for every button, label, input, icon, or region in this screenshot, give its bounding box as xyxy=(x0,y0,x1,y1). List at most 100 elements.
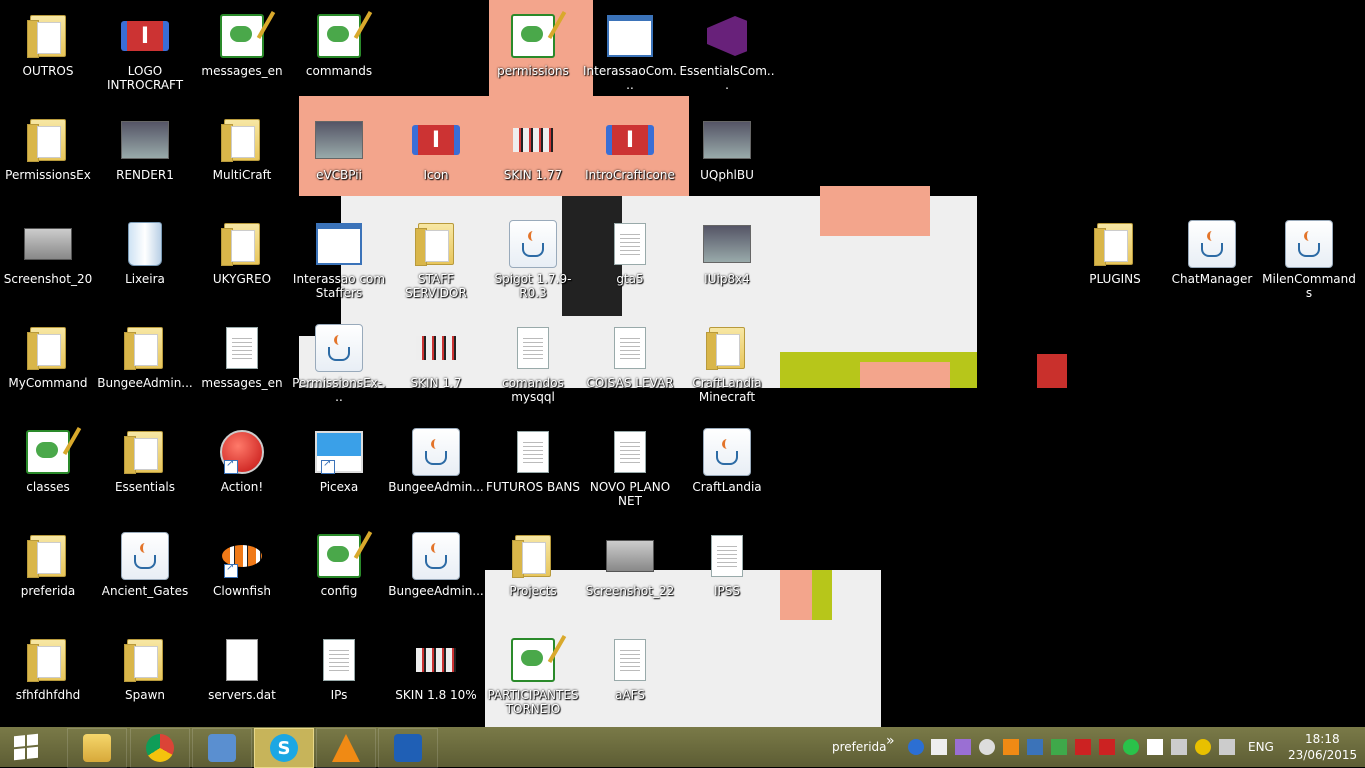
desktop-icon[interactable]: SKIN 1.8 10% xyxy=(388,628,484,728)
desktop-icon[interactable]: Projects xyxy=(485,524,581,624)
windows-icon[interactable] xyxy=(931,739,947,755)
network-icon[interactable] xyxy=(1171,739,1187,755)
desktop-icon[interactable]: CraftLandia Minecraft xyxy=(679,316,775,416)
desktop-icon[interactable]: OUTROS xyxy=(0,4,96,104)
acrobat-icon[interactable] xyxy=(1075,739,1091,755)
taskbar-mail[interactable] xyxy=(378,728,438,768)
notepad-icon xyxy=(509,636,557,684)
clock-time[interactable]: 18:18 xyxy=(1305,732,1340,746)
desktop-icon[interactable]: comandos mysqql xyxy=(485,316,581,416)
desktop-icon[interactable]: NOVO PLANO NET xyxy=(582,420,678,520)
desktop-icon-label: commands xyxy=(305,64,373,78)
desktop-icon[interactable]: InterassaoCom... xyxy=(582,4,678,104)
desktop-icon[interactable]: SKIN 1.7 xyxy=(388,316,484,416)
desktop-icon-label: SKIN 1.77 xyxy=(503,168,563,182)
desktop-icon[interactable]: Screenshot_22 xyxy=(582,524,678,624)
notification-icon[interactable] xyxy=(1195,739,1211,755)
desktop-icon[interactable]: RENDER1 xyxy=(97,108,193,208)
desktop-icon[interactable]: I Icon xyxy=(388,108,484,208)
desktop-icon-label: Ancient_Gates xyxy=(101,584,189,598)
desktop-icon[interactable]: PLUGINS xyxy=(1067,212,1163,312)
desktop-icon[interactable]: PermissionsEx xyxy=(0,108,96,208)
desktop-icon[interactable]: permissions xyxy=(485,4,581,104)
desktop-icon[interactable]: Clownfish xyxy=(194,524,290,624)
desktop-icon[interactable]: Picexa xyxy=(291,420,387,520)
desktop-icon[interactable]: Lixeira xyxy=(97,212,193,312)
desktop-icon[interactable]: SKIN 1.77 xyxy=(485,108,581,208)
folder-icon xyxy=(1091,220,1139,268)
desktop-icon[interactable]: Screenshot_20 xyxy=(0,212,96,312)
desktop-icon[interactable]: IPs xyxy=(291,628,387,728)
skin-icon xyxy=(509,116,557,164)
desktop-icon[interactable]: EssentialsCom... xyxy=(679,4,775,104)
doc-icon xyxy=(606,324,654,372)
desktop-icon[interactable]: messages_en xyxy=(194,316,290,416)
desktop-icon[interactable]: CraftLandia xyxy=(679,420,775,520)
desktop-icon-label: FUTUROS BANS xyxy=(485,480,581,494)
desktop-icon[interactable]: BungeeAdmin... xyxy=(388,524,484,624)
desktop-icon[interactable]: messages_en xyxy=(194,4,290,104)
desktop-icon[interactable]: PARTICIPANTES TORNEIO xyxy=(485,628,581,728)
desktop-icon-label: classes xyxy=(26,480,70,494)
taskbar-chrome[interactable] xyxy=(130,728,190,768)
desktop-icon-label: MultiCraft xyxy=(212,168,272,182)
shield-icon[interactable] xyxy=(1051,739,1067,755)
desktop-icon[interactable]: I LOGO INTROCRAFT xyxy=(97,4,193,104)
desktop-icon[interactable]: IPSS xyxy=(679,524,775,624)
start-button[interactable] xyxy=(0,727,52,767)
taskbar-file-explorer[interactable] xyxy=(67,728,127,768)
cloud-icon[interactable] xyxy=(979,739,995,755)
desktop-icon[interactable]: Spigot 1.7.9-R0.3 xyxy=(485,212,581,312)
taskbar-skype[interactable]: S xyxy=(254,728,314,768)
desktop-icon[interactable]: UQphlBU xyxy=(679,108,775,208)
desktop-icon[interactable]: COISAS LEVAR xyxy=(582,316,678,416)
folder-icon xyxy=(24,636,72,684)
desktop-icon[interactable]: MyCommand xyxy=(0,316,96,416)
desktop-icon[interactable]: I IntroCraftIcone xyxy=(582,108,678,208)
flag-icon[interactable] xyxy=(1147,739,1163,755)
desktop-icon[interactable]: classes xyxy=(0,420,96,520)
desktop-icon[interactable]: FUTUROS BANS xyxy=(485,420,581,520)
desktop-icon[interactable]: BungeeAdmin... xyxy=(97,316,193,416)
desktop-icon[interactable]: STAFF SERVIDOR xyxy=(388,212,484,312)
desktop-icon-label: RENDER1 xyxy=(116,168,174,182)
clock-date[interactable]: 23/06/2015 xyxy=(1288,748,1357,762)
pen-icon[interactable] xyxy=(955,739,971,755)
desktop-icon[interactable]: commands xyxy=(291,4,387,104)
taskbar-vlc[interactable] xyxy=(316,728,376,768)
chevron-icon[interactable]: » xyxy=(886,733,895,749)
speaker-mute-icon[interactable] xyxy=(1099,739,1115,755)
desktop-icon[interactable]: UKYGREO xyxy=(194,212,290,312)
desktop-icon-label: BungeeAdmin... xyxy=(388,480,484,494)
vlc-tray-icon[interactable] xyxy=(1003,739,1019,755)
window-icon xyxy=(606,12,654,60)
desktop-icon[interactable]: Spawn xyxy=(97,628,193,728)
desktop-icon[interactable]: MultiCraft xyxy=(194,108,290,208)
desktop-icon[interactable]: gta5 xyxy=(582,212,678,312)
desktop-icon[interactable]: Interassao com Staffers xyxy=(291,212,387,312)
desktop-icon[interactable]: Essentials xyxy=(97,420,193,520)
desktop-icon-label: STAFF SERVIDOR xyxy=(405,272,467,300)
skin-icon xyxy=(412,636,460,684)
desktop-icon[interactable]: eVCBPii xyxy=(291,108,387,208)
taskbar-control-panel[interactable] xyxy=(192,728,252,768)
desktop-icon[interactable]: aAFS xyxy=(582,628,678,728)
desktop-icon[interactable]: servers.dat xyxy=(194,628,290,728)
toolbar-label[interactable]: preferida xyxy=(832,740,887,754)
desktop-icon[interactable]: ChatManager xyxy=(1164,212,1260,312)
lock-icon[interactable] xyxy=(1027,739,1043,755)
desktop-icon[interactable]: BungeeAdmin... xyxy=(388,420,484,520)
java-icon xyxy=(703,428,751,476)
desktop-icon[interactable]: sfhfdhfdhd xyxy=(0,628,96,728)
desktop-icon[interactable]: PermissionsEx-... xyxy=(291,316,387,416)
desktop-icon[interactable]: preferida xyxy=(0,524,96,624)
network-green-icon[interactable] xyxy=(1123,739,1139,755)
desktop-icon[interactable]: MilenCommands xyxy=(1261,212,1357,312)
language-indicator[interactable]: ENG xyxy=(1248,740,1274,754)
desktop-icon[interactable]: config xyxy=(291,524,387,624)
desktop-icon[interactable]: Ancient_Gates xyxy=(97,524,193,624)
volume-icon[interactable] xyxy=(1219,739,1235,755)
desktop-icon[interactable]: IUip8x4 xyxy=(679,212,775,312)
desktop-icon[interactable]: Action! xyxy=(194,420,290,520)
sync-icon[interactable] xyxy=(908,739,924,755)
